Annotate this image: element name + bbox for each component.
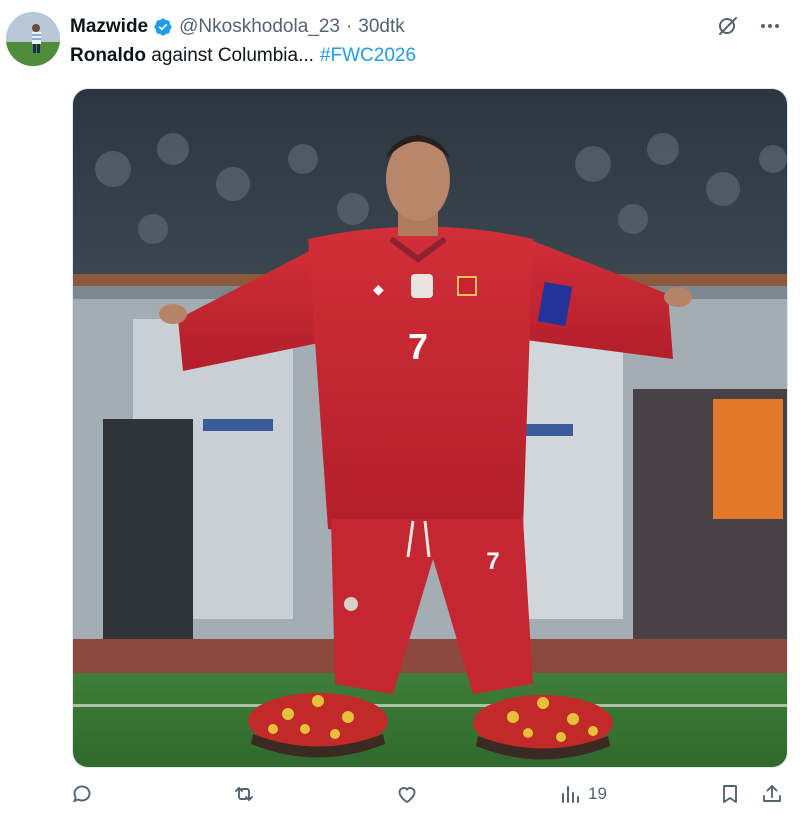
bookmark-button[interactable] — [718, 782, 742, 806]
share-button[interactable] — [760, 782, 784, 806]
grok-icon[interactable] — [716, 14, 740, 38]
share-icon — [763, 785, 781, 802]
avatar[interactable] — [6, 12, 60, 66]
svg-text:◆: ◆ — [373, 281, 384, 297]
views-button[interactable]: 19 — [558, 782, 607, 806]
reply-button[interactable] — [70, 782, 100, 806]
retweet-button[interactable] — [232, 782, 262, 806]
author-handle[interactable]: @Nkoskhodola_23 — [179, 16, 340, 38]
tweet-text-body: against Columbia... — [146, 45, 314, 66]
more-icon[interactable] — [758, 14, 782, 38]
views-icon — [562, 786, 579, 803]
author-name[interactable]: Mazwide — [70, 16, 148, 38]
tweet-header: Mazwide @Nkoskhodola_23 · 30dtk — [70, 12, 784, 42]
reply-icon — [72, 785, 91, 803]
verified-badge-icon — [154, 18, 172, 36]
top-icons — [716, 14, 782, 38]
like-button[interactable] — [395, 782, 425, 806]
hashtag-link[interactable]: #FWC2026 — [320, 45, 416, 66]
action-bar: 19 — [0, 780, 800, 814]
views-count: 19 — [588, 784, 607, 803]
tweet-time[interactable]: 30dtk — [358, 16, 404, 38]
tweet-text: Ronaldo against Columbia... #FWC2026 — [70, 43, 416, 69]
jersey-number: 7 — [408, 326, 428, 367]
bookmark-icon — [723, 785, 737, 803]
shorts-number: 7 — [486, 548, 499, 575]
like-icon — [398, 787, 416, 804]
separator-dot: · — [345, 16, 353, 37]
tweet-text-bold: Ronaldo — [70, 45, 146, 66]
retweet-icon — [235, 787, 253, 801]
tweet-image[interactable]: ◆ 7 7 — [72, 88, 788, 768]
